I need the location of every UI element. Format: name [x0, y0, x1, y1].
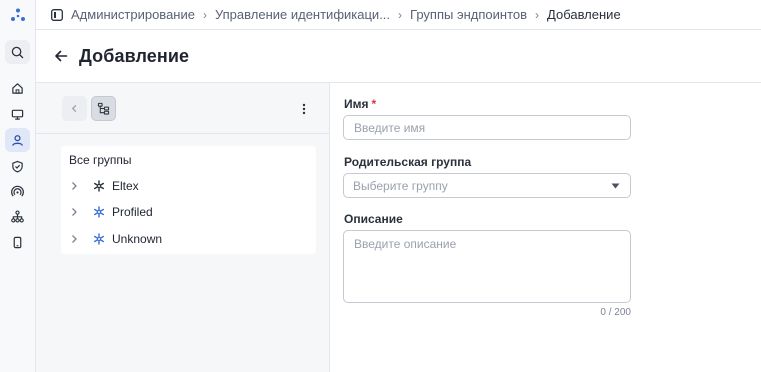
network-icon	[94, 233, 105, 245]
tree-root-all-groups[interactable]: Все группы	[69, 153, 132, 167]
nav-identity[interactable]	[5, 128, 30, 152]
breadcrumb-identity-management[interactable]: Управление идентификаци...	[215, 7, 390, 22]
tree-node-label: Profiled	[112, 205, 153, 219]
tree-node-label: Eltex	[112, 179, 139, 193]
breadcrumb-separator-icon: ›	[202, 7, 207, 22]
tree-node-eltex[interactable]: Eltex	[69, 176, 139, 196]
page-header: Добавление	[36, 30, 761, 83]
logo-icon[interactable]	[10, 7, 26, 23]
breadcrumb-separator-icon: ›	[398, 7, 403, 22]
collapse-button[interactable]	[62, 96, 87, 121]
description-textarea[interactable]	[343, 230, 631, 303]
phone-icon	[13, 236, 22, 248]
nav-home[interactable]	[5, 76, 30, 100]
group-tree: Все группы Eltex Profiled Unknown	[61, 146, 316, 254]
parent-group-label: Родительская группа	[344, 155, 472, 169]
nav-topology[interactable]	[5, 204, 30, 228]
parent-group-placeholder: Выберите группу	[353, 178, 448, 193]
nav-security[interactable]	[5, 154, 30, 178]
tree-view-button[interactable]	[91, 96, 116, 121]
breadcrumb-endpoint-groups[interactable]: Группы эндпоинтов	[410, 7, 527, 22]
monitor-icon	[11, 109, 24, 120]
left-nav-rail	[0, 0, 36, 372]
chevron-right-icon[interactable]	[69, 234, 79, 244]
tree-node-profiled[interactable]: Profiled	[69, 202, 153, 222]
search-icon	[11, 46, 24, 58]
required-mark: *	[371, 97, 377, 111]
network-icon	[94, 206, 105, 218]
parent-group-select[interactable]: Выберите группу	[343, 173, 631, 198]
more-options-button[interactable]	[291, 96, 316, 121]
tree-toolbar	[36, 83, 329, 134]
user-icon	[12, 134, 23, 146]
description-label: Описание	[344, 212, 403, 226]
tree-node-label: Unknown	[112, 232, 163, 246]
home-icon	[12, 82, 23, 94]
nav-mobile[interactable]	[5, 230, 30, 254]
breadcrumb-administration[interactable]: Администрирование	[71, 7, 195, 22]
sidebar-toggle-icon[interactable]	[51, 8, 63, 21]
group-tree-panel: Все группы Eltex Profiled Unknown	[36, 83, 330, 372]
network-icon	[94, 180, 105, 192]
character-counter: 0 / 200	[600, 307, 631, 318]
chevron-right-icon[interactable]	[69, 207, 79, 217]
breadcrumb-current: Добавление	[547, 7, 621, 22]
nav-wireless[interactable]	[5, 179, 30, 203]
shield-icon	[12, 160, 23, 173]
caret-down-icon	[611, 183, 620, 189]
tree-node-unknown[interactable]: Unknown	[69, 229, 162, 249]
broadcast-icon	[11, 185, 24, 197]
name-input[interactable]	[343, 115, 631, 140]
nav-devices[interactable]	[5, 102, 30, 126]
hierarchy-icon	[11, 209, 24, 223]
nav-search[interactable]	[5, 40, 30, 64]
chevron-left-icon	[71, 104, 77, 113]
page-title: Добавление	[79, 45, 190, 66]
tree-structure-icon	[97, 102, 110, 115]
name-label: Имя *	[344, 97, 377, 111]
chevron-right-icon[interactable]	[69, 181, 79, 191]
breadcrumb-bar: Администрирование › Управление идентифик…	[36, 0, 761, 30]
more-vertical-icon	[302, 103, 305, 114]
back-arrow-icon[interactable]	[54, 49, 68, 63]
breadcrumb-separator-icon: ›	[535, 7, 540, 22]
